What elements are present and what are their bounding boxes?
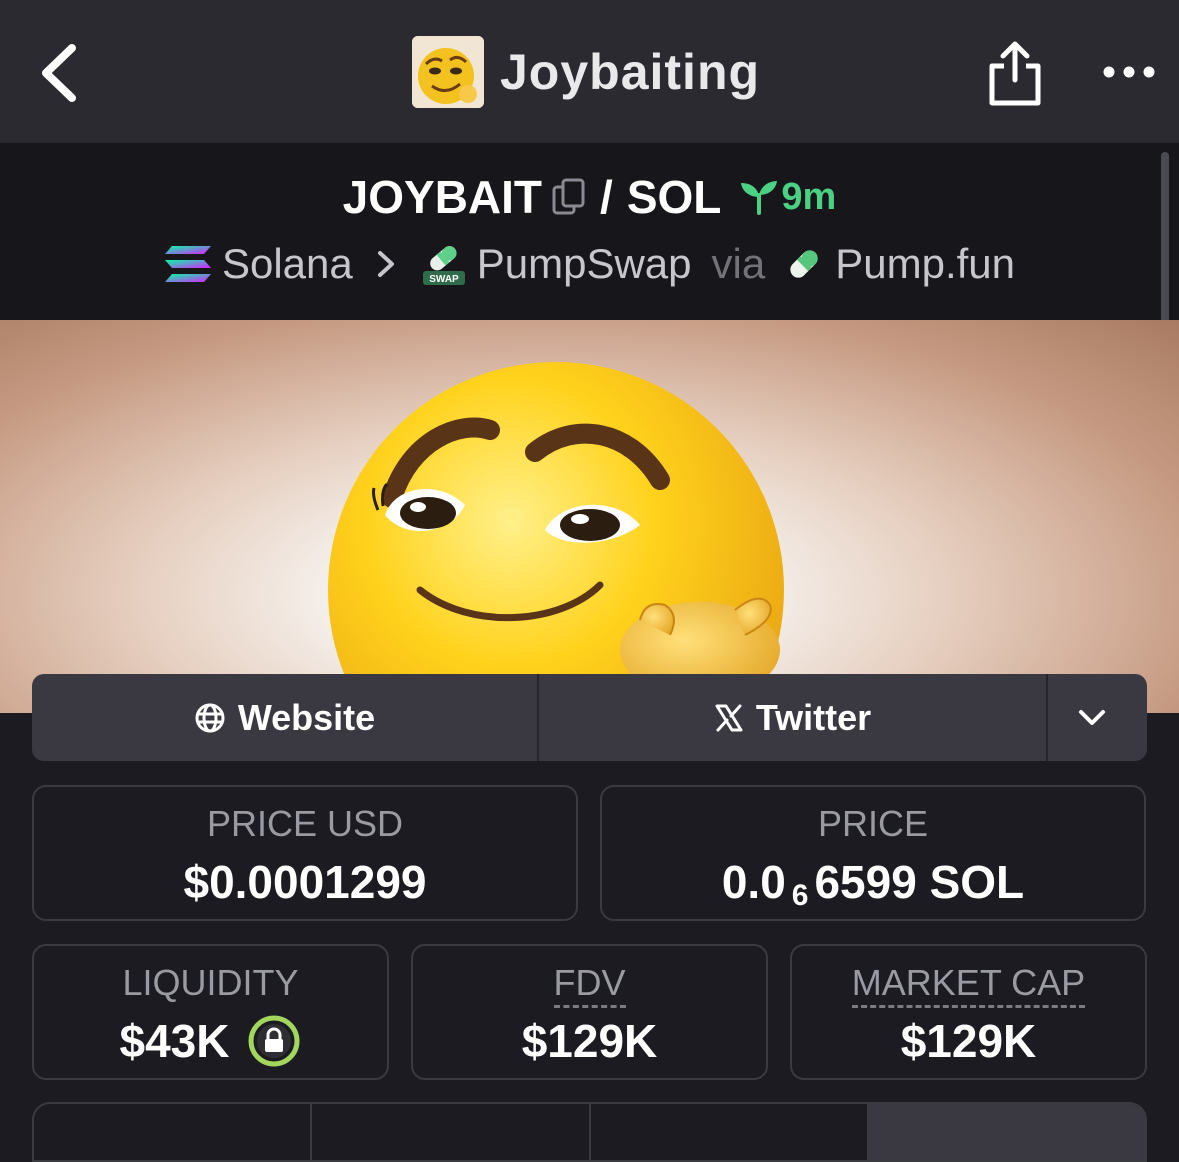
page-title: Joybaiting [500,44,761,100]
liquidity-value: $43K [119,1015,230,1067]
tab-4[interactable] [868,1104,1145,1160]
fdv-value: $129K [521,1015,658,1067]
price-usd-card: PRICE USD $0.0001299 [32,785,578,921]
price-digits: 6599 SOL [814,856,1025,908]
dex-name[interactable]: PumpSwap [477,240,692,288]
solana-icon[interactable] [164,244,212,284]
price-zero-count: 6 [791,879,809,912]
more-links-button[interactable] [1048,674,1147,761]
x-logo-icon [715,704,743,731]
tab-2[interactable] [312,1104,591,1160]
price-prefix: 0.0 [721,856,786,908]
pair-age: 9m [781,175,837,218]
launchpad-name[interactable]: Pump.fun [835,240,1015,288]
chevron-down-icon [1078,709,1105,725]
pair-separator: / [600,171,613,223]
token-avatar [412,36,484,108]
chevron-left-icon[interactable] [36,40,86,106]
website-label: Website [237,696,376,738]
base-token-symbol: JOYBAIT [342,171,543,223]
quote-token-symbol: SOL [626,171,722,223]
liquidity-label: LIQUIDITY [122,962,299,1003]
price-native-value: 0.0 6 6599 SOL [602,855,1144,912]
globe-icon [195,703,225,732]
price-native-label: PRICE [817,803,929,844]
price-native-card: PRICE 0.0 6 6599 SOL [600,785,1146,921]
chevron-right-icon [377,251,394,277]
top-bar: Joybaiting [0,0,1179,143]
market-cap-value: $129K [900,1015,1037,1067]
copy-icon[interactable] [552,177,586,217]
pair-line: JOYBAIT / SOL 9m [0,168,1179,226]
market-cap-label[interactable]: MARKET CAP [851,962,1086,1008]
links-bar: Website Twitter [32,674,1147,761]
liquidity-value-row: $43K [34,1014,387,1068]
token-banner-image [0,320,1179,713]
pumpswap-icon: SWAP [422,246,465,285]
fdv-card: FDV $129K [411,944,768,1080]
chain-name[interactable]: Solana [222,240,353,288]
price-usd-label: PRICE USD [206,803,404,844]
more-dots-icon[interactable] [1100,60,1158,84]
twitter-label: Twitter [755,696,872,738]
via-label: via [711,240,766,287]
market-cap-card: MARKET CAP $129K [790,944,1147,1080]
twitter-button[interactable]: Twitter [539,674,1048,761]
tab-3[interactable] [591,1104,869,1160]
share-icon[interactable] [986,36,1044,108]
svg-text:SWAP: SWAP [429,274,459,285]
price-usd-value: $0.0001299 [183,856,427,908]
route-line: Solana SWAP PumpSwap via Pump.fun [0,236,1179,292]
sprout-icon [741,181,778,215]
smirking-emoji-illustration [328,362,784,713]
lock-icon[interactable] [247,1014,301,1068]
tab-1[interactable] [34,1104,313,1160]
timeframe-tabs [32,1102,1147,1162]
token-title: Joybaiting [412,36,760,108]
website-button[interactable]: Website [32,674,539,761]
pill-icon [790,250,818,278]
liquidity-card: LIQUIDITY $43K [32,944,389,1080]
fdv-label[interactable]: FDV [553,962,626,1008]
